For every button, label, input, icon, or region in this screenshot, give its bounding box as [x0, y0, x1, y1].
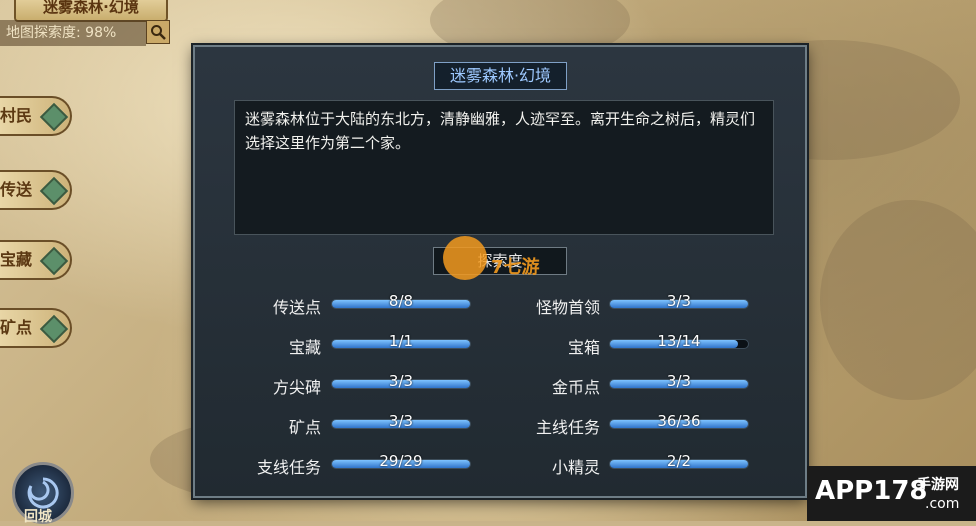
stat-value: 13/14 — [657, 332, 701, 350]
side-tab-label: 传送 — [0, 180, 33, 199]
stat-progress-bar: 8/8 — [331, 292, 471, 310]
stat-progress-bar: 3/3 — [609, 292, 749, 310]
side-tab-label: 矿点 — [0, 318, 33, 337]
stat-label: 小精灵 — [551, 458, 600, 477]
stat-label: 宝藏 — [288, 338, 321, 357]
stat-progress-bar: 3/3 — [331, 372, 471, 390]
map-title: 迷雾森林·幻境 — [14, 0, 168, 22]
stat-value: 2/2 — [666, 452, 692, 470]
region-info-dialog: 迷雾森林·幻境 迷雾森林位于大陆的东北方，清静幽雅，人迹罕至。离开生命之树后，精… — [193, 45, 807, 498]
stat-label: 支线任务 — [256, 458, 321, 477]
diamond-gem-icon — [39, 246, 69, 276]
stat-progress-bar: 1/1 — [331, 332, 471, 350]
stat-progress-bar: 3/3 — [331, 412, 471, 430]
map-explore-rate: 地图探索度: 98% — [0, 20, 146, 46]
diamond-gem-icon — [39, 102, 69, 132]
stat-value: 8/8 — [388, 292, 414, 310]
stat-label: 金币点 — [551, 378, 600, 397]
stat-label: 方尖碑 — [272, 378, 321, 397]
diamond-gem-icon — [39, 314, 69, 344]
watermark-logo-icon — [443, 236, 487, 280]
stat-label: 矿点 — [288, 418, 321, 437]
site-logo-app: APP178 — [815, 476, 928, 506]
site-logo-tag: 手游网 — [917, 477, 959, 493]
side-tab-teleport[interactable]: 传送 — [0, 170, 72, 210]
stat-label: 主线任务 — [535, 418, 600, 437]
stat-label: 宝箱 — [567, 338, 600, 357]
site-logo-domain: .com — [925, 496, 960, 512]
stat-progress-bar: 2/2 — [609, 452, 749, 470]
stat-progress-bar: 3/3 — [609, 372, 749, 390]
stat-value: 3/3 — [388, 412, 414, 430]
stat-label: 怪物首领 — [535, 298, 600, 317]
stat-value: 3/3 — [388, 372, 414, 390]
side-tab-treasure[interactable]: 宝藏 — [0, 240, 72, 280]
stat-progress-bar: 13/14 — [609, 332, 749, 350]
search-icon — [151, 25, 166, 40]
stat-progress-bar: 36/36 — [609, 412, 749, 430]
stat-label: 传送点 — [272, 298, 321, 317]
side-tab-label: 村民 — [0, 106, 33, 125]
site-logo: APP178 手游网 .com — [807, 466, 976, 521]
stat-value: 36/36 — [657, 412, 701, 430]
diamond-gem-icon — [39, 176, 69, 206]
dialog-title: 迷雾森林·幻境 — [434, 62, 567, 90]
watermark-text: 7七游 — [491, 257, 540, 278]
region-description: 迷雾森林位于大陆的东北方，清静幽雅，人迹罕至。离开生命之树后，精灵们选择这里作为… — [234, 100, 774, 235]
stat-value: 1/1 — [388, 332, 414, 350]
side-tab-mine[interactable]: 矿点 — [0, 308, 72, 348]
stat-value: 3/3 — [666, 372, 692, 390]
stat-progress-bar: 29/29 — [331, 452, 471, 470]
stat-value: 3/3 — [666, 292, 692, 310]
return-city-label: 回城 — [24, 509, 52, 525]
search-button[interactable] — [146, 20, 170, 44]
side-tab-villagers[interactable]: 村民 — [0, 96, 72, 136]
stat-value: 29/29 — [379, 452, 423, 470]
side-tab-label: 宝藏 — [0, 250, 33, 269]
